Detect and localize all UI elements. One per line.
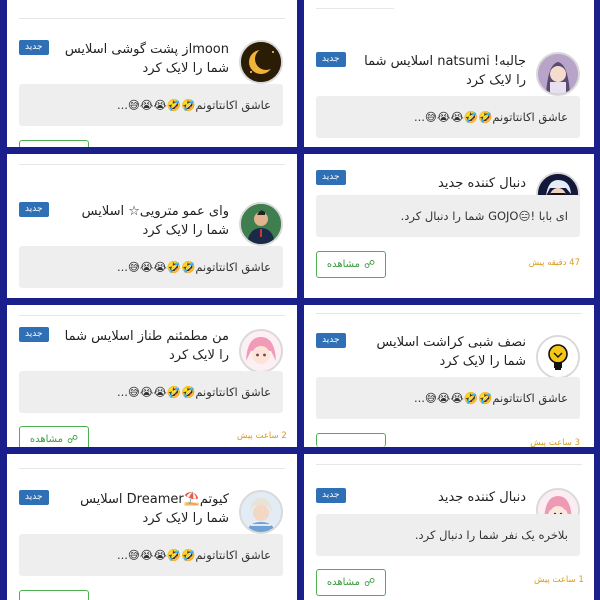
timestamp: 1 ساعت پیش xyxy=(534,575,584,585)
notification-card-crush[interactable]: نصف شبی کراشت اسلایس شما را لایک کرد جدی… xyxy=(304,305,594,447)
new-badge: جدید xyxy=(19,490,49,505)
boy-avatar[interactable] xyxy=(239,490,283,534)
view-button[interactable]: مشاهده ☍ xyxy=(316,251,386,278)
notification-card-natsumi[interactable]: جالبه! natsumi اسلایس شما را لایک کرد جد… xyxy=(304,0,594,147)
man-suit-avatar[interactable] xyxy=(239,202,283,246)
notification-card-tannaz[interactable]: من مطمئنم طناز اسلایس شما را لایک کرد جد… xyxy=(7,305,297,447)
notification-card-dreamer[interactable]: کیوتم⛱️Dreamer اسلایس شما را لایک کرد جد… xyxy=(7,454,297,600)
view-button-label: مشاهده xyxy=(326,259,360,270)
divider xyxy=(19,468,285,469)
view-button-label: مشاهده xyxy=(29,434,63,445)
notification-title: جالبه! natsumi اسلایس شما را لایک کرد xyxy=(364,54,526,88)
timestamp: 2 ساعت پیش xyxy=(237,431,287,441)
anime-girl-avatar[interactable] xyxy=(536,52,580,96)
lightbulb-avatar[interactable] xyxy=(536,335,580,379)
view-button[interactable]: مشاهده ☍ xyxy=(19,426,89,447)
message-preview: عاشق اکانتاتونم🤣🤣😭😭😅... xyxy=(316,96,580,138)
message-preview: عاشق اکانتاتونم🤣🤣😭😭😅... xyxy=(316,377,580,419)
new-badge: جدید xyxy=(316,488,346,503)
new-badge: جدید xyxy=(316,52,346,67)
divider xyxy=(316,464,582,465)
moon-avatar[interactable] xyxy=(239,40,283,84)
divider xyxy=(316,313,582,314)
message-preview: عاشق اکانتاتونم🤣🤣😭😭😅... xyxy=(19,371,283,413)
message-preview: عاشق اکانتاتونم🤣🤣😭😭😅... xyxy=(19,534,283,576)
view-button[interactable] xyxy=(316,433,386,447)
view-button[interactable] xyxy=(19,140,89,147)
notification-card-metro[interactable]: وای عمو مترویی☆ اسلایس شما را لایک کرد ج… xyxy=(7,154,297,298)
view-button-label: مشاهده xyxy=(326,577,360,588)
new-badge: جدید xyxy=(316,333,346,348)
new-badge: جدید xyxy=(19,327,49,342)
message-preview: عاشق اکانتاتونم🤣🤣😭😭😅... xyxy=(19,84,283,126)
new-badge: جدید xyxy=(19,40,49,55)
divider xyxy=(19,315,285,316)
message-preview: بلاخره یک نفر شما را دنبال کرد. xyxy=(316,514,580,556)
link-icon: ☍ xyxy=(363,258,376,271)
notification-title: کیوتم⛱️Dreamer اسلایس شما را لایک کرد xyxy=(80,492,229,526)
notification-card-moon[interactable]: moonاز پشت گوشی اسلایس شما را لایک کرد ج… xyxy=(7,0,297,147)
notification-card-new-follower[interactable]: دنبال کننده جدید جدید بلاخره یک نفر شما … xyxy=(304,454,594,600)
link-icon: ☍ xyxy=(363,576,376,589)
divider xyxy=(19,164,285,165)
notification-title: نصف شبی کراشت اسلایس شما را لایک کرد xyxy=(376,335,526,369)
message-preview: عاشق اکانتاتونم🤣🤣😭😭😅... xyxy=(19,246,283,288)
view-button[interactable] xyxy=(19,590,89,600)
notification-title: moonاز پشت گوشی اسلایس شما را لایک کرد xyxy=(64,42,229,76)
new-badge: جدید xyxy=(19,202,49,217)
timestamp: 3 ساعت پیش xyxy=(530,438,580,447)
pink-hair-avatar[interactable] xyxy=(239,329,283,373)
notification-title: دنبال کننده جدید xyxy=(438,176,526,191)
view-button[interactable]: مشاهده ☍ xyxy=(316,569,386,596)
notification-title: من مطمئنم طناز اسلایس شما را لایک کرد xyxy=(64,329,229,363)
notification-title: دنبال کننده جدید xyxy=(438,490,526,505)
timestamp: 47 دقیقه پیش xyxy=(528,258,580,268)
message-preview: ای بابا !😑GOJO شما را دنبال کرد. xyxy=(316,195,580,237)
new-badge: جدید xyxy=(316,170,346,185)
divider xyxy=(316,8,394,9)
notification-title: وای عمو مترویی☆ اسلایس شما را لایک کرد xyxy=(81,204,229,238)
link-icon: ☍ xyxy=(66,433,79,446)
notification-card-gojo[interactable]: دنبال کننده جدید جدید ای بابا !😑GOJO شما… xyxy=(304,154,594,298)
divider xyxy=(19,18,285,19)
